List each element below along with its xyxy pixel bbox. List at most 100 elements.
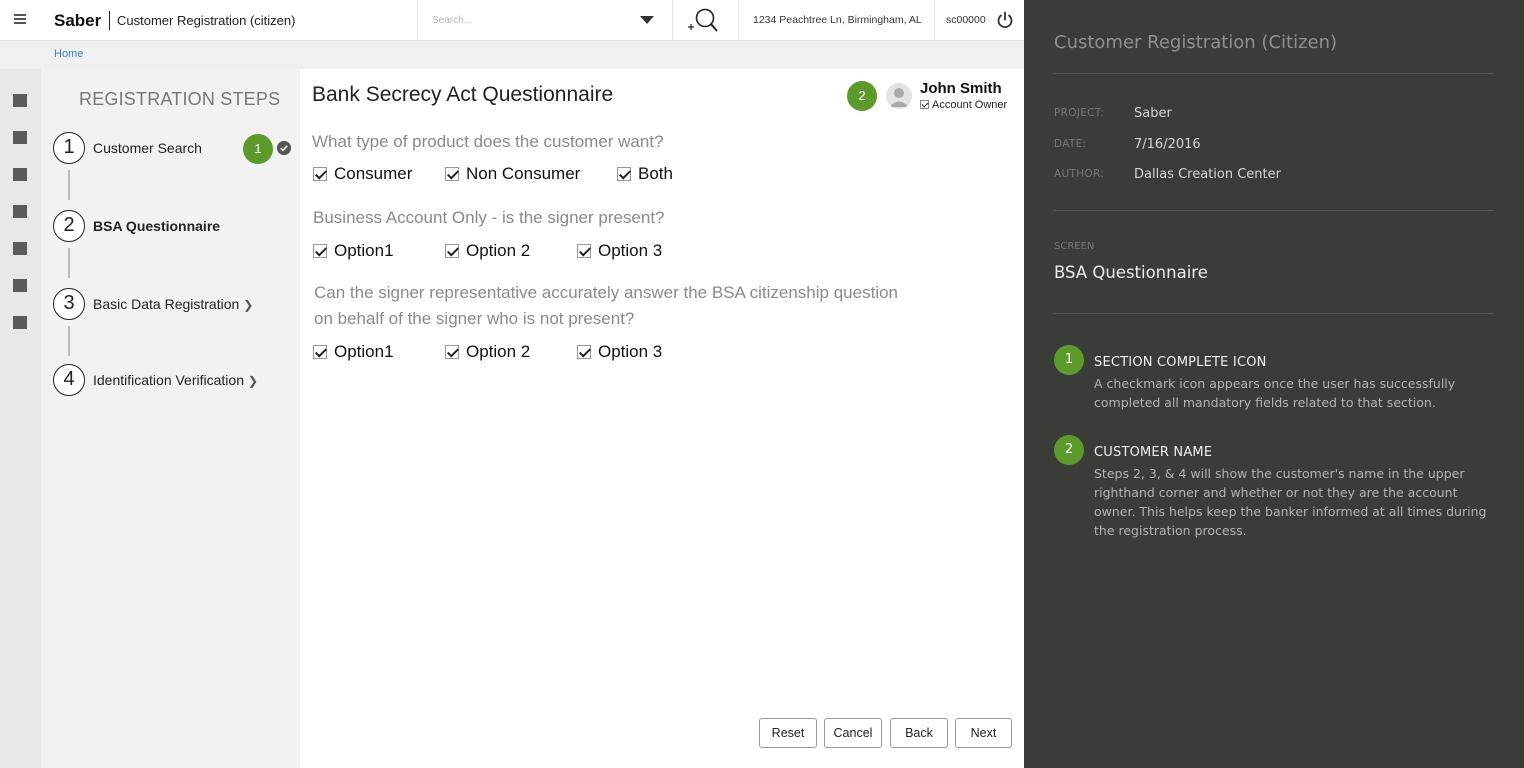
- rail-square-icon[interactable]: [13, 131, 27, 144]
- project-value: Saber: [1134, 106, 1172, 121]
- step-bsa-questionnaire[interactable]: 2 BSA Questionnaire: [53, 210, 293, 242]
- annotation-title: Customer Registration (Citizen): [1054, 32, 1338, 53]
- question-representative: Can the signer representative accurately…: [314, 280, 898, 332]
- author-value: Dallas Creation Center: [1134, 167, 1281, 182]
- step-label: Customer Search: [93, 140, 202, 156]
- dropdown-caret-icon[interactable]: [640, 16, 654, 24]
- step-number: 3: [53, 288, 85, 320]
- back-button[interactable]: Back: [890, 718, 948, 748]
- header-divider: [738, 0, 739, 40]
- chevron-right-icon: ❯: [243, 298, 254, 312]
- question-line: Can the signer representative accurately…: [314, 283, 898, 302]
- project-key: PROJECT:: [1054, 107, 1105, 119]
- rail-square-icon[interactable]: [13, 168, 27, 181]
- divider: [1054, 313, 1494, 314]
- icon-rail: [0, 69, 41, 768]
- checkbox-checked-icon[interactable]: [313, 345, 327, 359]
- step-connector: [68, 248, 70, 278]
- checkbox-option1[interactable]: Option1: [313, 342, 413, 362]
- option-label: Both: [638, 164, 673, 183]
- annotation-badge: 1: [1054, 345, 1084, 375]
- app-window: Saber Customer Registration (citizen) 1 2…: [0, 0, 1024, 768]
- divider: [1054, 73, 1494, 74]
- checkbox-checked-icon: [920, 100, 929, 109]
- brand-name: Saber: [54, 11, 102, 30]
- option-label: Option1: [334, 241, 394, 260]
- rail-square-icon[interactable]: [13, 205, 27, 218]
- search-icon[interactable]: [686, 6, 718, 34]
- checkbox-checked-icon[interactable]: [577, 244, 591, 258]
- cancel-button[interactable]: Cancel: [824, 718, 882, 748]
- header-divider: [934, 0, 935, 40]
- checkbox-checked-icon[interactable]: [617, 167, 631, 181]
- brand-divider: [109, 11, 110, 30]
- note-title: SECTION COMPLETE ICON: [1094, 355, 1267, 370]
- checkbox-checked-icon[interactable]: [577, 345, 591, 359]
- step-identification-verification[interactable]: 4 Identification Verification ❯: [53, 364, 293, 396]
- step-number: 2: [53, 210, 85, 242]
- step-connector: [68, 326, 70, 356]
- check-circle-icon: [277, 141, 291, 155]
- annotation-badge: 2: [1054, 435, 1084, 465]
- checkbox-non-consumer[interactable]: Non Consumer: [445, 164, 595, 184]
- page-context-title: Customer Registration (citizen): [117, 13, 296, 28]
- option-label: Consumer: [334, 164, 413, 183]
- search-input[interactable]: [432, 12, 632, 28]
- checkbox-consumer[interactable]: Consumer: [313, 164, 423, 184]
- step-number: 1: [53, 132, 85, 164]
- checkbox-option3[interactable]: Option 3: [577, 342, 677, 362]
- rail-square-icon[interactable]: [13, 242, 27, 255]
- rail-square-icon[interactable]: [13, 94, 27, 107]
- step-basic-data-registration[interactable]: 3 Basic Data Registration ❯: [53, 288, 293, 320]
- checkbox-checked-icon[interactable]: [313, 167, 327, 181]
- checkbox-checked-icon[interactable]: [445, 244, 459, 258]
- user-id: sc00000: [946, 14, 986, 26]
- rail-square-icon[interactable]: [13, 279, 27, 292]
- screen-value: BSA Questionnaire: [1054, 263, 1208, 282]
- reset-button[interactable]: Reset: [759, 718, 817, 748]
- customer-name: John Smith: [920, 80, 1002, 97]
- option-label: Option 2: [466, 342, 531, 361]
- next-button[interactable]: Next: [955, 718, 1012, 748]
- checkbox-checked-icon[interactable]: [445, 345, 459, 359]
- option-label: Option1: [334, 342, 394, 361]
- note-title: CUSTOMER NAME: [1094, 445, 1213, 460]
- rail-square-icon[interactable]: [13, 316, 27, 329]
- option-label: Option 2: [466, 241, 531, 260]
- checkbox-option1[interactable]: Option1: [313, 241, 413, 261]
- power-icon[interactable]: [996, 11, 1014, 29]
- note-body: Steps 2, 3, & 4 will show the customer's…: [1094, 466, 1487, 538]
- checkbox-checked-icon[interactable]: [313, 244, 327, 258]
- steps-title: REGISTRATION STEPS: [79, 89, 281, 109]
- step-label: BSA Questionnaire: [93, 218, 221, 234]
- checkbox-both[interactable]: Both: [617, 164, 687, 184]
- divider: [1054, 210, 1494, 211]
- breadcrumb: Home: [0, 41, 1024, 69]
- breadcrumb-home-link[interactable]: Home: [54, 48, 83, 60]
- menu-icon[interactable]: [14, 14, 26, 26]
- page-title: Bank Secrecy Act Questionnaire: [312, 83, 614, 106]
- step-label-wrap: Basic Data Registration ❯: [93, 296, 253, 312]
- header-divider: [672, 0, 673, 40]
- annotation-panel: Customer Registration (Citizen) PROJECT:…: [1024, 0, 1524, 768]
- question-line: on behalf of the signer who is not prese…: [314, 309, 635, 328]
- annotation-badge: 1: [243, 134, 273, 164]
- checkbox-option3[interactable]: Option 3: [577, 241, 677, 261]
- step-label-wrap: Identification Verification ❯: [93, 372, 258, 388]
- annotation-badge: 2: [847, 81, 877, 111]
- step-label: Identification Verification: [93, 372, 244, 388]
- question-product-type: What type of product does the customer w…: [312, 132, 664, 151]
- date-value: 7/16/2016: [1134, 137, 1201, 152]
- account-owner-label: Account Owner: [932, 99, 1008, 111]
- step-number: 4: [53, 364, 85, 396]
- author-key: AUTHOR:: [1054, 168, 1105, 180]
- checkbox-option2[interactable]: Option 2: [445, 241, 545, 261]
- question-signer-present: Business Account Only - is the signer pr…: [313, 208, 665, 227]
- chevron-right-icon: ❯: [247, 374, 259, 388]
- avatar-icon: [886, 83, 912, 109]
- screen-key: SCREEN: [1054, 241, 1095, 252]
- checkbox-checked-icon[interactable]: [445, 167, 459, 181]
- option-label: Non Consumer: [466, 164, 581, 183]
- checkbox-option2[interactable]: Option 2: [445, 342, 545, 362]
- registration-steps-panel: REGISTRATION STEPS 1 Customer Search 1 2…: [41, 69, 300, 768]
